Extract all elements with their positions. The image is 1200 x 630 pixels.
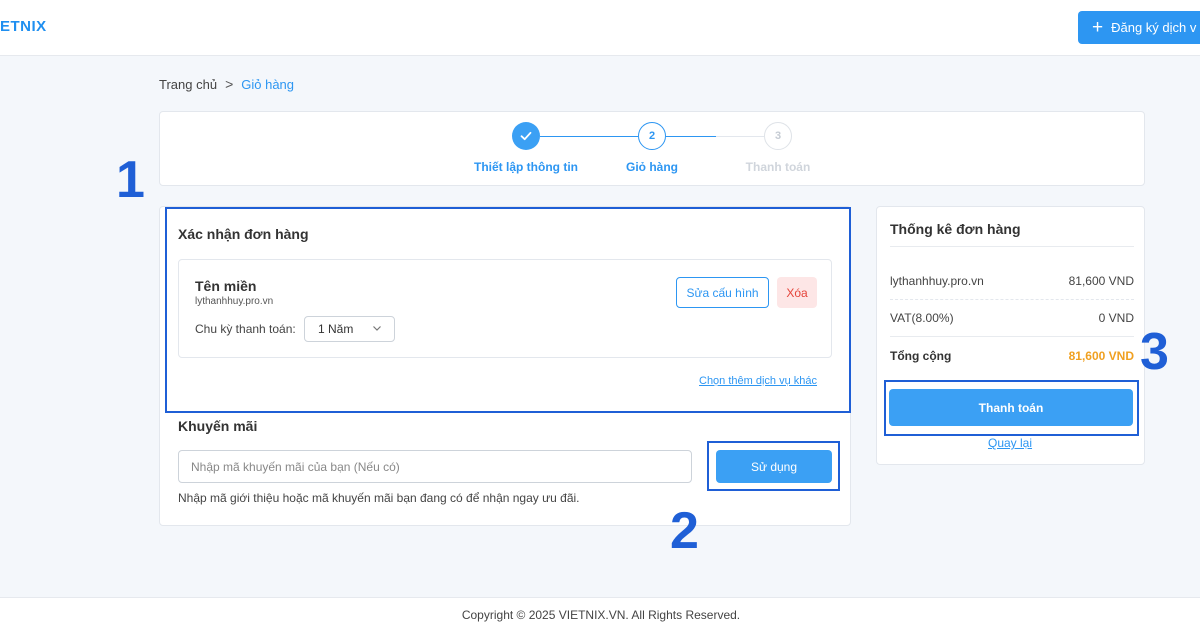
summary-row-domain: lythanhhuy.pro.vn 81,600 VND [890,274,1134,288]
vietnix-logo[interactable]: ETNIX [0,18,47,35]
summary-vat-value: 0 VND [1098,311,1134,325]
summary-total-label: Tổng cộng [890,349,952,363]
step-3-label: Thanh toán [745,160,811,174]
summary-domain-value: 81,600 VND [1068,274,1134,288]
breadcrumb-current[interactable]: Giỏ hàng [241,77,294,92]
page-footer: Copyright © 2025 VIETNIX.VN. All Rights … [0,597,1200,630]
summary-row-total: Tổng cộng 81,600 VND [890,349,1134,363]
summary-title: Thống kê đơn hàng [890,221,1021,237]
step-3-indicator: 3 [764,122,792,150]
copyright-text: Copyright © 2025 VIETNIX.VN. All Rights … [461,608,741,622]
register-service-label: Đăng ký dịch v [1111,20,1197,35]
summary-divider [890,336,1134,337]
step-connector-2 [666,136,716,137]
breadcrumb: Trang chủ > Giỏ hàng [159,76,294,92]
summary-divider [890,299,1134,300]
step-1-check-icon [512,122,540,150]
promo-hint: Nhập mã giới thiệu hoặc mã khuyến mãi bạ… [178,491,580,505]
highlight-box-apply [707,441,840,491]
annotation-number-2: 2 [670,502,699,560]
step-1-label: Thiết lập thông tin [474,160,578,174]
annotation-number-3: 3 [1140,323,1169,381]
summary-total-value: 81,600 VND [1068,349,1134,363]
register-service-button[interactable]: + Đăng ký dịch v [1078,11,1200,44]
highlight-box-pay [884,380,1139,436]
promo-title: Khuyến mãi [178,418,258,434]
promo-code-input[interactable]: Nhập mã khuyến mãi của bạn (Nếu có) [178,450,692,483]
checkout-stepper: 2 3 Thiết lập thông tin Giỏ hàng Thanh t… [159,111,1145,186]
summary-domain-label: lythanhhuy.pro.vn [890,274,984,288]
highlight-box-order [165,207,851,413]
back-link[interactable]: Quay lại [988,436,1032,450]
summary-vat-label: VAT(8.00%) [890,311,954,325]
top-header: ETNIX + Đăng ký dịch v [0,0,1200,56]
chevron-right-icon: > [225,76,234,92]
annotation-number-1: 1 [116,151,145,209]
plus-icon: + [1092,17,1104,38]
step-2-label: Giỏ hàng [626,160,678,174]
breadcrumb-home[interactable]: Trang chủ [159,77,217,92]
summary-row-vat: VAT(8.00%) 0 VND [890,311,1134,325]
step-2-indicator: 2 [638,122,666,150]
summary-divider [890,246,1134,247]
step-connector-3 [716,136,764,137]
step-connector-1 [540,136,638,137]
